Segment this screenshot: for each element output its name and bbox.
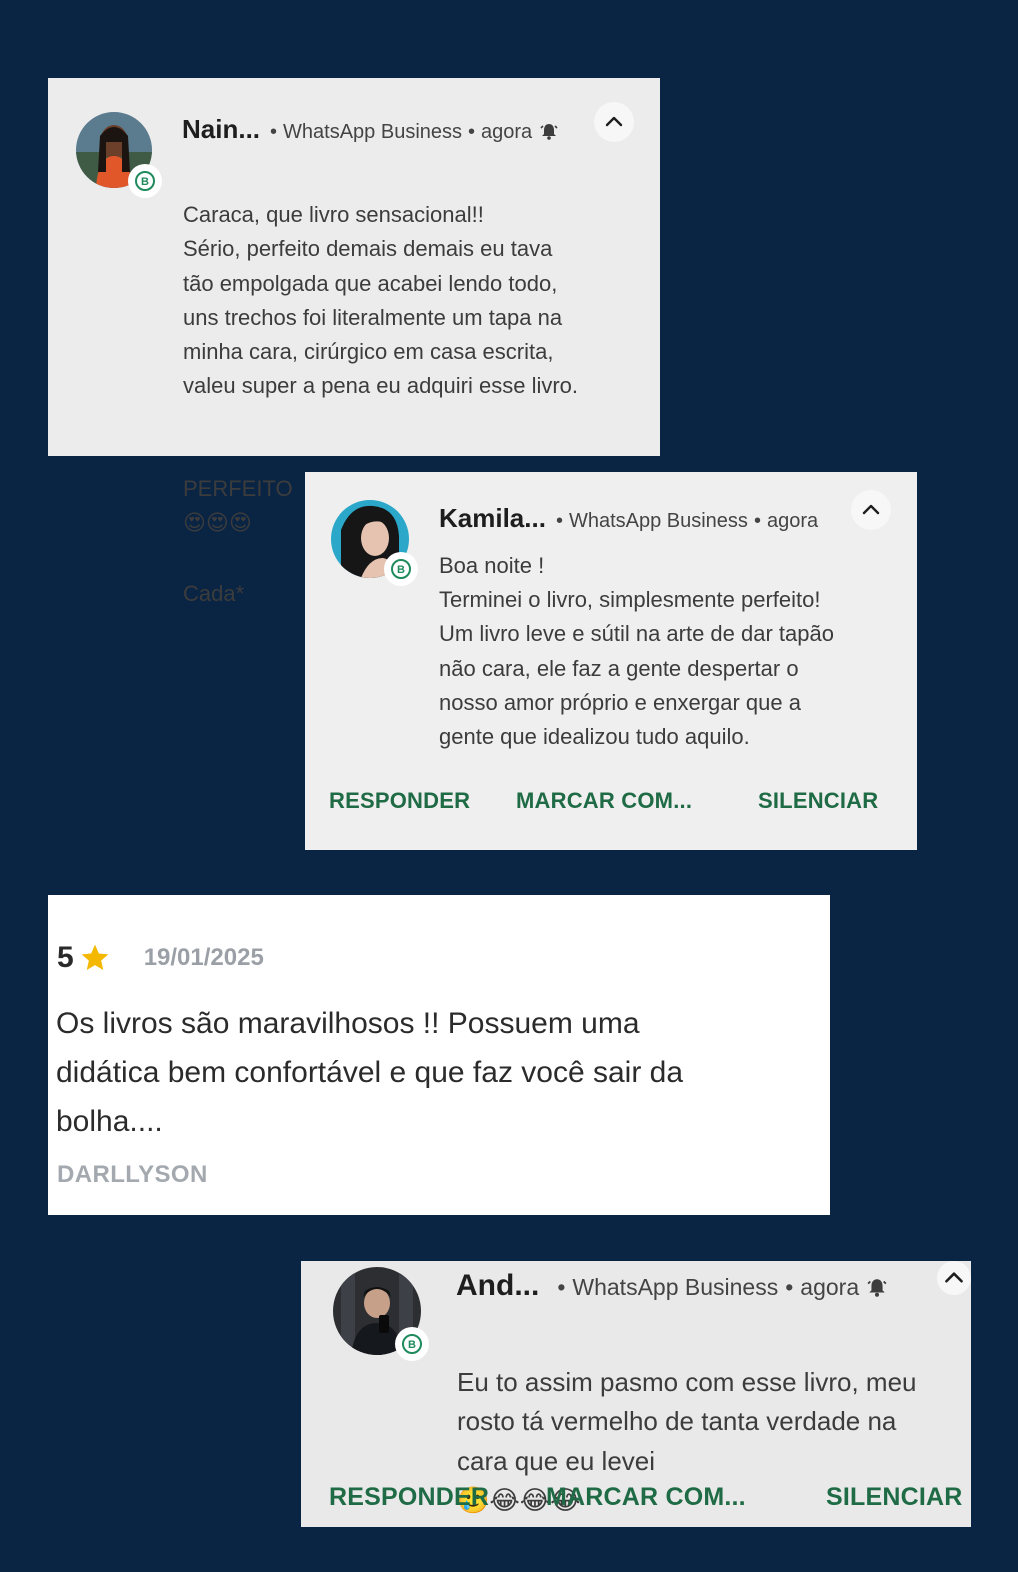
contact-name: And... (456, 1269, 540, 1302)
message-perfeito: PERFEITO (183, 475, 293, 501)
review-header: 5 19/01/2025 (57, 941, 264, 975)
notification-time: agora (766, 510, 819, 532)
chevron-up-icon (605, 116, 623, 127)
separator-dot: • (753, 510, 761, 532)
star-icon (81, 944, 109, 970)
app-name: WhatsApp Business (572, 1274, 779, 1300)
notification-time: agora (481, 121, 533, 143)
emoji-heart-eyes: 😍😍😍 (183, 511, 252, 537)
separator-dot: • (555, 510, 563, 532)
whatsapp-business-badge-icon: B (384, 552, 418, 586)
review-rating: 5 (57, 941, 74, 974)
notification-actions: RESPONDER MARCAR COM... SILENCIAR (301, 1483, 971, 1517)
review-card: 5 19/01/2025 Os livros são maravilhosos … (48, 895, 830, 1215)
message-text: Eu to assim pasmo com esse livro, meu ro… (457, 1366, 917, 1476)
review-text: Os livros são maravilhosos !! Possuem um… (56, 1007, 684, 1138)
notification-header: Nain... • WhatsApp Business • agora (182, 114, 558, 145)
notification-header: Kamila... • WhatsApp Business • agora (439, 503, 818, 534)
chevron-up-icon (945, 1272, 963, 1283)
collapse-button[interactable] (851, 490, 891, 530)
whatsapp-business-badge-icon: B (128, 164, 162, 198)
review-author: DARLLYSON (57, 1161, 208, 1188)
mute-button[interactable]: SILENCIAR (758, 788, 878, 814)
collapse-button[interactable] (594, 102, 634, 142)
notification-card[interactable]: B And... • WhatsApp Business • agora Eu … (301, 1261, 971, 1527)
notification-actions: RESPONDER MARCAR COM... SILENCIAR (305, 788, 917, 822)
bell-icon (540, 116, 558, 147)
separator-dot: • (557, 1274, 566, 1300)
notification-header: And... • WhatsApp Business • agora (456, 1269, 887, 1303)
svg-text:B: B (408, 1339, 416, 1351)
separator-dot: • (468, 121, 476, 143)
mute-button[interactable]: SILENCIAR (826, 1483, 963, 1512)
message-text: Caraca, que livro sensacional!! Sério, p… (183, 202, 579, 399)
whatsapp-business-badge-icon: B (395, 1327, 429, 1361)
reply-button[interactable]: RESPONDER (329, 788, 470, 814)
svg-text:B: B (397, 564, 405, 576)
svg-text:B: B (141, 176, 149, 188)
notification-card[interactable]: B Nain... • WhatsApp Business • agora Ca… (48, 78, 660, 606)
notification-card[interactable]: B Kamila... • WhatsApp Business • agora … (305, 472, 917, 850)
mark-as-read-button[interactable]: MARCAR COM... (546, 1483, 746, 1512)
review-date: 19/01/2025 (143, 944, 264, 971)
contact-name: Nain... (182, 114, 261, 144)
app-name: WhatsApp Business (568, 510, 748, 532)
app-name: WhatsApp Business (283, 121, 463, 143)
message-text: Boa noite ! Terminei o livro, simplesmen… (439, 553, 834, 750)
mark-as-read-button[interactable]: MARCAR COM... (516, 788, 692, 814)
chevron-up-icon (862, 504, 880, 515)
contact-name: Kamila... (439, 503, 546, 533)
reply-button[interactable]: RESPONDER (329, 1483, 489, 1512)
separator-dot: • (270, 121, 278, 143)
notification-time: agora (800, 1274, 860, 1300)
bell-icon (867, 1271, 887, 1305)
separator-dot: • (785, 1274, 794, 1300)
collapse-button[interactable] (937, 1261, 971, 1295)
